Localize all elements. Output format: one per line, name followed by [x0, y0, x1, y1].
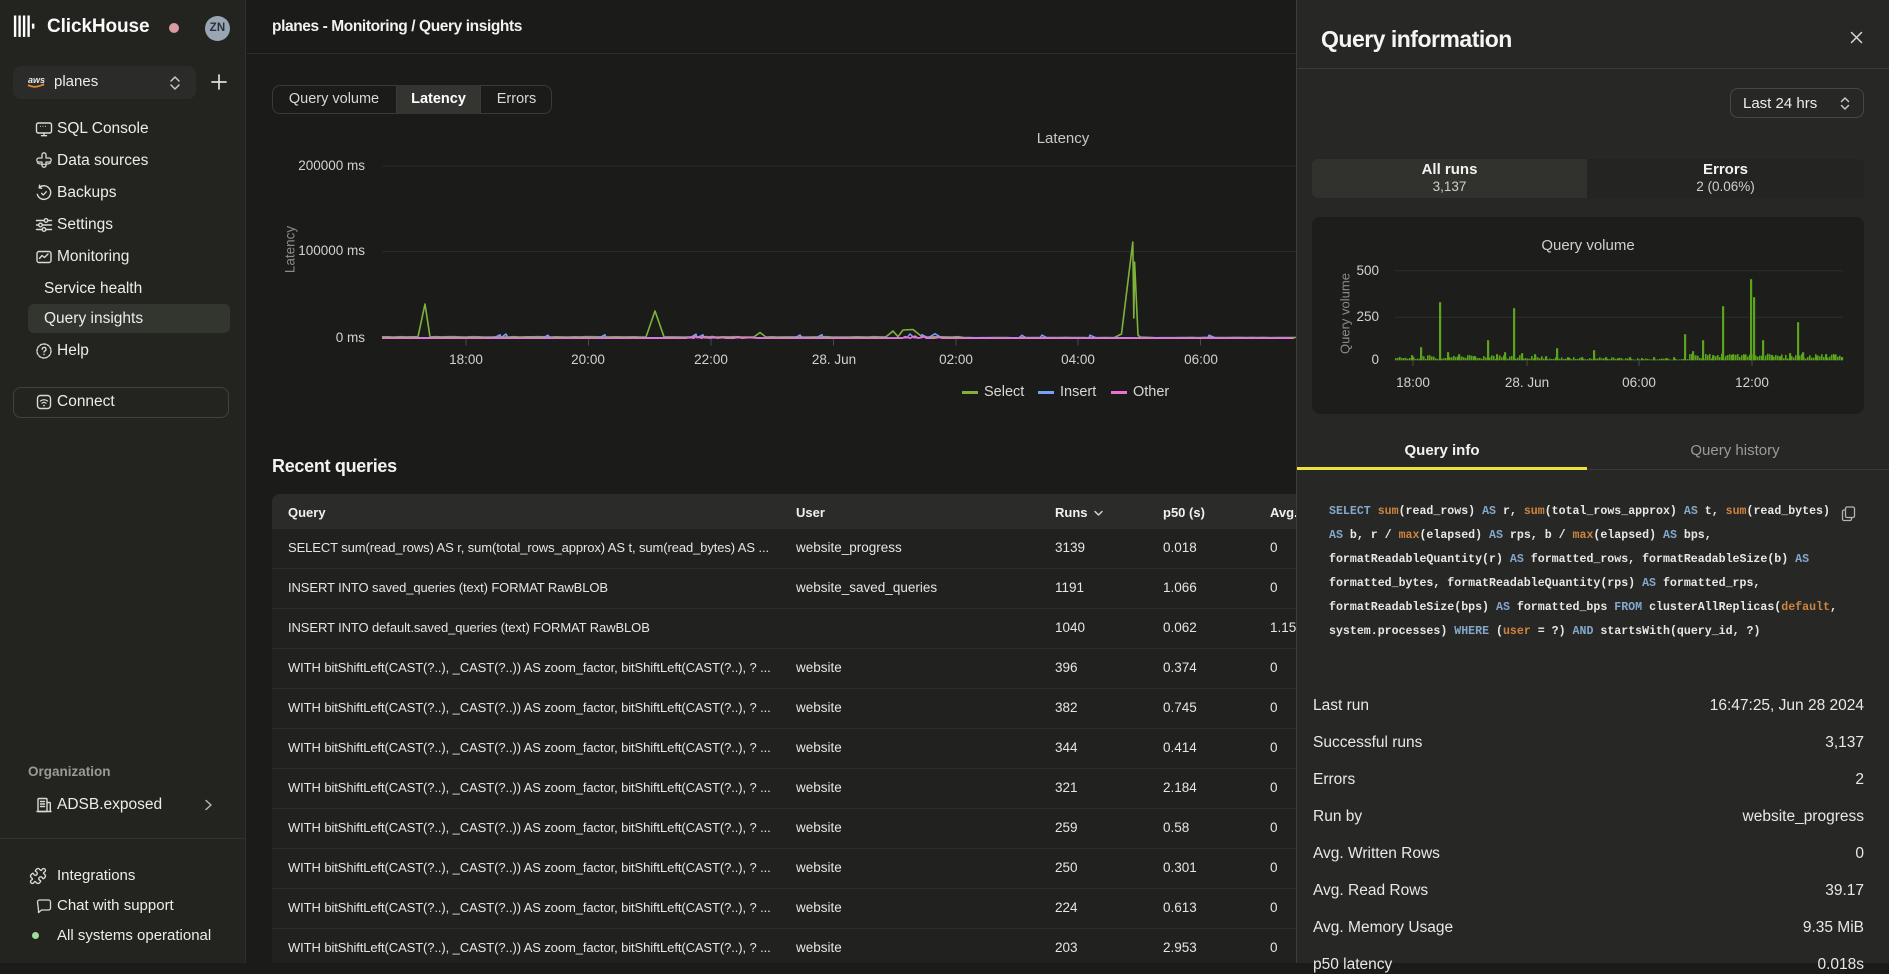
svg-text:aws: aws	[28, 75, 45, 85]
